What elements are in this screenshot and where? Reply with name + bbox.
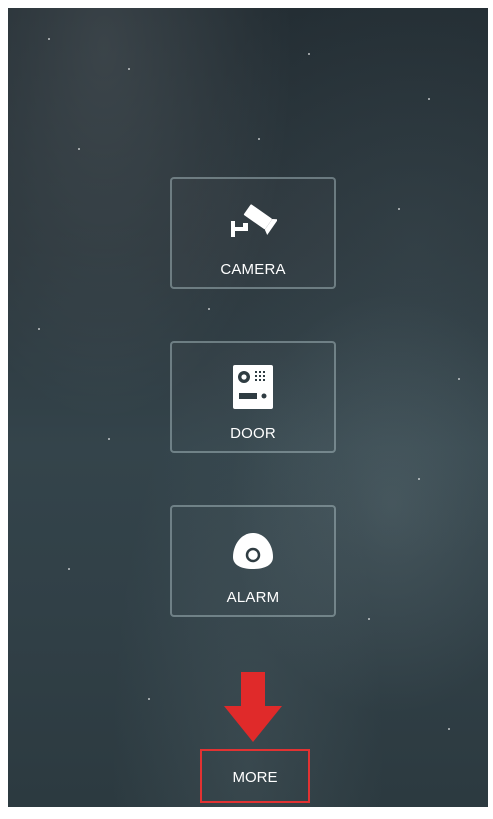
- door-intercom-icon: [229, 365, 277, 409]
- alarm-label: ALARM: [226, 589, 280, 606]
- door-label: DOOR: [230, 425, 276, 442]
- camera-label: CAMERA: [220, 261, 286, 278]
- more-button[interactable]: MORE: [200, 749, 310, 803]
- alarm-sensor-icon: [229, 529, 277, 573]
- camera-icon: [229, 201, 277, 245]
- home-screen: CAMERA DOOR ALARM MORE: [8, 8, 488, 807]
- more-label: MORE: [232, 769, 278, 786]
- arrow-down-icon: [224, 672, 282, 742]
- door-tile[interactable]: DOOR: [170, 341, 336, 453]
- camera-tile[interactable]: CAMERA: [170, 177, 336, 289]
- alarm-tile[interactable]: ALARM: [170, 505, 336, 617]
